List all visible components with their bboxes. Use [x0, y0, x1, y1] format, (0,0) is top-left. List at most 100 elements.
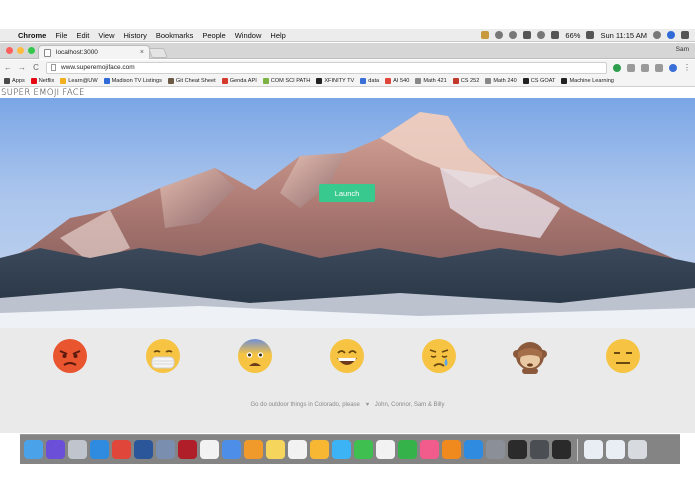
dock-calendar-icon[interactable] — [200, 440, 219, 459]
new-tab-button[interactable] — [148, 48, 168, 58]
site-title[interactable]: SUPER EMOJI FACE — [1, 88, 85, 98]
dock-reminders-icon[interactable] — [288, 440, 307, 459]
emoji-grinning[interactable] — [329, 338, 365, 374]
spotlight-icon[interactable] — [653, 31, 661, 39]
emoji-mask[interactable] — [145, 338, 181, 374]
bookmark-ai-540[interactable]: AI 540 — [385, 77, 409, 84]
dock-numbers-icon[interactable] — [398, 440, 417, 459]
airplay-icon[interactable] — [551, 31, 560, 39]
dock-downloads-folder-icon[interactable] — [606, 440, 625, 459]
emoji-expressionless[interactable] — [605, 338, 641, 374]
url-text[interactable]: www.superemojiface.com — [61, 64, 135, 71]
extension-box-icon[interactable] — [641, 63, 649, 72]
clock[interactable]: Sun 11:15 AM — [600, 31, 647, 40]
emoji-crying[interactable] — [421, 338, 457, 374]
extension-green-icon[interactable] — [613, 63, 621, 72]
close-window-icon[interactable] — [6, 47, 13, 54]
dock-photos-icon[interactable] — [310, 440, 329, 459]
bookmark-data[interactable]: data — [360, 77, 380, 84]
dock-messages-icon[interactable] — [332, 440, 351, 459]
extension-status-icon[interactable] — [481, 31, 490, 39]
reload-button[interactable]: C — [32, 63, 40, 72]
dock-sublime-icon[interactable] — [530, 440, 549, 459]
dock-keynote-icon[interactable] — [222, 440, 241, 459]
dock-launchpad-icon[interactable] — [68, 440, 87, 459]
dock-ibooks-icon[interactable] — [442, 440, 461, 459]
bookmarks-bar: Apps Netflix Learn@UW Madison TV Listings Gi… — [0, 75, 695, 87]
extension-gear-icon[interactable] — [655, 63, 663, 72]
bookmark-favicon-icon — [316, 77, 323, 84]
bookmark-genda-api[interactable]: Genda API — [221, 77, 257, 84]
bookmark-math-421[interactable]: Math 421 — [415, 77, 447, 84]
dock-itunes-icon[interactable] — [420, 440, 439, 459]
page-info-icon[interactable] — [51, 64, 56, 71]
sync-status-icon[interactable] — [495, 31, 504, 39]
menu-edit[interactable]: Edit — [76, 31, 89, 40]
dock-facetime-icon[interactable] — [354, 440, 373, 459]
dock-iterm-icon[interactable] — [552, 440, 571, 459]
battery-icon[interactable] — [586, 31, 595, 39]
bookmark-learn-uw[interactable]: Learn@UW — [60, 77, 98, 84]
dock-finder-icon[interactable] — [24, 440, 43, 459]
bookmark-git-cheat-sheet[interactable]: Git Cheat Sheet — [167, 77, 216, 84]
bookmark-cs-252[interactable]: CS 252 — [452, 77, 479, 84]
emoji-fearful[interactable] — [237, 338, 273, 374]
menu-help[interactable]: Help — [270, 31, 285, 40]
dock-documents-folder-icon[interactable] — [584, 440, 603, 459]
bookmark-math-240[interactable]: Math 240 — [485, 77, 517, 84]
dock-trash-icon[interactable] — [628, 440, 647, 459]
battery-percent[interactable]: 66% — [565, 31, 580, 40]
menu-history[interactable]: History — [124, 31, 147, 40]
grinning-face-icon — [330, 339, 364, 373]
emoji-see-no-evil-monkey[interactable] — [512, 338, 548, 374]
dock-terminal-icon[interactable] — [508, 440, 527, 459]
bookmark-netflix[interactable]: Netflix — [30, 77, 54, 84]
menu-bookmarks[interactable]: Bookmarks — [156, 31, 194, 40]
dock-siri-icon[interactable] — [46, 440, 65, 459]
notification-center-icon[interactable] — [681, 31, 689, 39]
dock-word-icon[interactable] — [134, 440, 153, 459]
minimize-window-icon[interactable] — [17, 47, 24, 54]
extension-blue-icon[interactable] — [669, 63, 677, 72]
profile-button[interactable]: Sam — [676, 46, 689, 53]
crying-face-icon — [422, 339, 456, 373]
bookmark-label: data — [368, 77, 380, 84]
tab-close-icon[interactable]: × — [140, 49, 144, 56]
bookmark-cs-goat[interactable]: CS GOAT — [522, 77, 555, 84]
launch-button[interactable]: Launch — [319, 184, 375, 202]
see-no-evil-monkey-icon — [513, 342, 547, 374]
tab-localhost[interactable]: localhost:3000 × — [38, 45, 150, 59]
emoji-angry[interactable] — [52, 338, 88, 374]
bookmark-madison-tv-listings[interactable]: Madison TV Listings — [103, 77, 162, 84]
dock-system-preferences-icon[interactable] — [486, 440, 505, 459]
dock-pages-icon[interactable] — [244, 440, 263, 459]
address-bar[interactable]: www.superemojiface.com — [46, 61, 607, 74]
dock-safari-icon[interactable] — [90, 440, 109, 459]
dock-app-store-icon[interactable] — [464, 440, 483, 459]
siri-icon[interactable] — [667, 31, 675, 39]
page-favicon-icon — [44, 48, 51, 57]
menu-view[interactable]: View — [98, 31, 114, 40]
chrome-menu-icon[interactable]: ⋮ — [683, 63, 691, 72]
dock-chrome-icon[interactable] — [112, 440, 131, 459]
heart-icon: ♥ — [365, 402, 370, 408]
bluetooth-icon[interactable] — [523, 31, 532, 39]
zoom-window-icon[interactable] — [28, 47, 35, 54]
dock-preview-icon[interactable] — [156, 440, 175, 459]
menu-app-name[interactable]: Chrome — [18, 31, 46, 40]
forward-button[interactable]: → — [18, 63, 26, 72]
bookmark-xfinity-tv[interactable]: XFINITY TV — [316, 77, 354, 84]
wifi-icon[interactable] — [537, 31, 546, 39]
menu-file[interactable]: File — [55, 31, 67, 40]
dock-photo-booth-icon[interactable] — [178, 440, 197, 459]
dock-notes-icon[interactable] — [266, 440, 285, 459]
bookmark-com-sci-path[interactable]: COM SCI PATH — [262, 77, 310, 84]
dock-texteditor-icon[interactable] — [376, 440, 395, 459]
menu-window[interactable]: Window — [235, 31, 262, 40]
bookmark-machine-learning[interactable]: Machine Learning — [561, 77, 614, 84]
time-machine-icon[interactable] — [509, 31, 518, 39]
bookmark-apps[interactable]: Apps — [4, 77, 25, 84]
back-button[interactable]: ← — [4, 63, 12, 72]
extension-grey-icon[interactable] — [627, 63, 635, 72]
menu-people[interactable]: People — [202, 31, 225, 40]
